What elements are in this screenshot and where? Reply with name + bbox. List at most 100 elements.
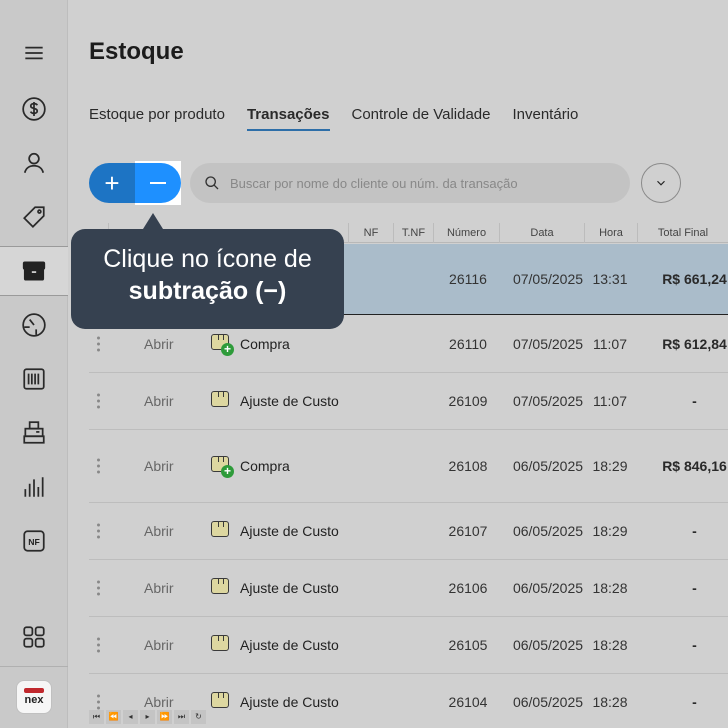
tab-transacoes[interactable]: Transações [246, 106, 330, 131]
cell-numero: 26110 [449, 335, 487, 352]
subtract-transaction-button[interactable] [135, 163, 181, 203]
header-hora[interactable]: Hora [584, 223, 637, 243]
cell-total: R$ 846,16 [662, 458, 727, 474]
cost-adjust-icon [211, 635, 231, 655]
tab-inventario[interactable]: Inventário [512, 106, 578, 131]
sidebar-item-produtos[interactable] [0, 192, 68, 242]
cell-tipo: Compra [240, 458, 290, 474]
cell-numero: 26107 [448, 523, 488, 539]
sidebar-item-clientes[interactable] [0, 138, 68, 188]
cell-total: - [692, 523, 697, 539]
nex-logo[interactable]: nex [16, 680, 52, 714]
cost-adjust-icon [211, 692, 231, 712]
cell-data: 07/05/2025 [512, 335, 584, 352]
register-icon [23, 421, 45, 444]
sidebar-item-financeiro[interactable] [0, 84, 68, 134]
cell-hora: 18:28 [592, 694, 628, 710]
cell-hora: 18:28 [592, 637, 628, 653]
open-link[interactable]: Abrir [144, 336, 174, 352]
cell-data: 06/05/2025 [512, 523, 584, 539]
prev-fast-icon[interactable]: ⏪ [106, 710, 121, 724]
refresh-icon[interactable]: ↻ [191, 710, 206, 724]
add-transaction-button[interactable]: + [89, 163, 135, 203]
menu-icon [25, 46, 43, 60]
cell-numero: 26108 [448, 458, 488, 474]
cell-data: 07/05/2025 [512, 393, 584, 409]
cell-tipo: Compra [240, 335, 290, 352]
cell-total: R$ 612,84 [662, 335, 727, 352]
cost-adjust-icon [211, 391, 231, 411]
gauge-icon [22, 313, 46, 337]
sidebar-item-painel[interactable] [0, 300, 68, 350]
plus-icon: + [104, 167, 120, 198]
cell-total: - [692, 393, 697, 409]
cell-hora: 11:07 [593, 393, 627, 409]
cell-total: - [692, 637, 697, 653]
main-content: Estoque Estoque por produto Transações C… [69, 0, 728, 728]
subtract-highlight [135, 161, 181, 205]
open-link[interactable]: Abrir [144, 393, 174, 409]
sidebar-item-apps[interactable] [0, 612, 68, 662]
open-link[interactable]: Abrir [144, 637, 174, 653]
row-options-icon[interactable] [97, 694, 101, 710]
open-link[interactable]: Abrir [144, 580, 174, 596]
logo-bar [24, 688, 44, 693]
table-row[interactable]: Abrir Ajuste de Custo 26107 06/05/2025 1… [89, 503, 728, 560]
search-bar [190, 163, 630, 203]
search-input[interactable] [230, 175, 610, 191]
last-page-icon[interactable]: ⏭ [174, 710, 189, 724]
next-fast-icon[interactable]: ⏩ [157, 710, 172, 724]
user-icon [23, 152, 45, 173]
row-options-icon[interactable] [97, 393, 101, 409]
box-icon [22, 261, 46, 281]
header-tnf[interactable]: T.NF [393, 223, 433, 243]
sidebar-item-nf[interactable]: NF [0, 516, 68, 566]
header-numero[interactable]: Número [433, 223, 499, 243]
menu-button[interactable] [0, 28, 68, 78]
cell-tipo: Ajuste de Custo [240, 523, 339, 539]
prev-page-icon[interactable]: ◂ [123, 710, 138, 724]
cell-tipo: Ajuste de Custo [240, 580, 339, 596]
cell-tipo: Ajuste de Custo [240, 393, 339, 409]
chevron-down-icon [657, 180, 665, 186]
row-options-icon[interactable] [97, 336, 101, 351]
sidebar-item-codigo[interactable] [0, 354, 68, 404]
table-row[interactable]: Abrir Ajuste de Custo 26109 07/05/2025 1… [89, 373, 728, 430]
page-title: Estoque [89, 38, 184, 65]
tab-controle-validade[interactable]: Controle de Validade [352, 106, 491, 131]
search-icon [205, 176, 219, 190]
tag-icon [23, 206, 45, 228]
table-row[interactable]: Abrir Ajuste de Custo 26105 06/05/2025 1… [89, 617, 728, 674]
row-options-icon[interactable] [97, 458, 101, 474]
cell-numero: 26105 [448, 637, 488, 653]
open-link[interactable]: Abrir [144, 458, 174, 474]
header-total[interactable]: Total Final [637, 223, 728, 243]
cell-numero: 26104 [448, 694, 488, 710]
cell-hora: 18:29 [592, 523, 628, 539]
sidebar-item-caixa[interactable] [0, 408, 68, 458]
first-page-icon[interactable]: ⏮ [89, 710, 104, 724]
cell-tipo: Ajuste de Custo [240, 637, 339, 653]
sidebar: NF nex [0, 0, 68, 728]
table-row[interactable]: Abrir + Compra 26108 06/05/2025 18:29 R$… [89, 430, 728, 503]
filter-dropdown-button[interactable] [641, 163, 681, 203]
purchase-icon: + [211, 456, 234, 478]
nf-icon: NF [23, 530, 45, 552]
cell-data: 07/05/2025 [512, 271, 584, 287]
next-page-icon[interactable]: ▸ [140, 710, 155, 724]
logo-text: nex [24, 694, 44, 706]
tooltip-line-1: Clique no ícone de [103, 245, 312, 273]
open-link[interactable]: Abrir [144, 523, 174, 539]
header-nf[interactable]: NF [348, 223, 393, 243]
header-data[interactable]: Data [499, 223, 584, 243]
table-row[interactable]: Abrir Ajuste de Custo 26106 06/05/2025 1… [89, 560, 728, 617]
sidebar-item-relatorios[interactable] [0, 462, 68, 512]
row-options-icon[interactable] [97, 523, 101, 539]
sidebar-item-estoque[interactable] [0, 246, 68, 296]
row-options-icon[interactable] [97, 637, 101, 653]
row-options-icon[interactable] [97, 580, 101, 596]
tab-estoque-por-produto[interactable]: Estoque por produto [89, 106, 225, 131]
cell-hora: 13:31 [592, 271, 628, 287]
open-link[interactable]: Abrir [144, 694, 174, 710]
cell-total: - [692, 580, 697, 596]
